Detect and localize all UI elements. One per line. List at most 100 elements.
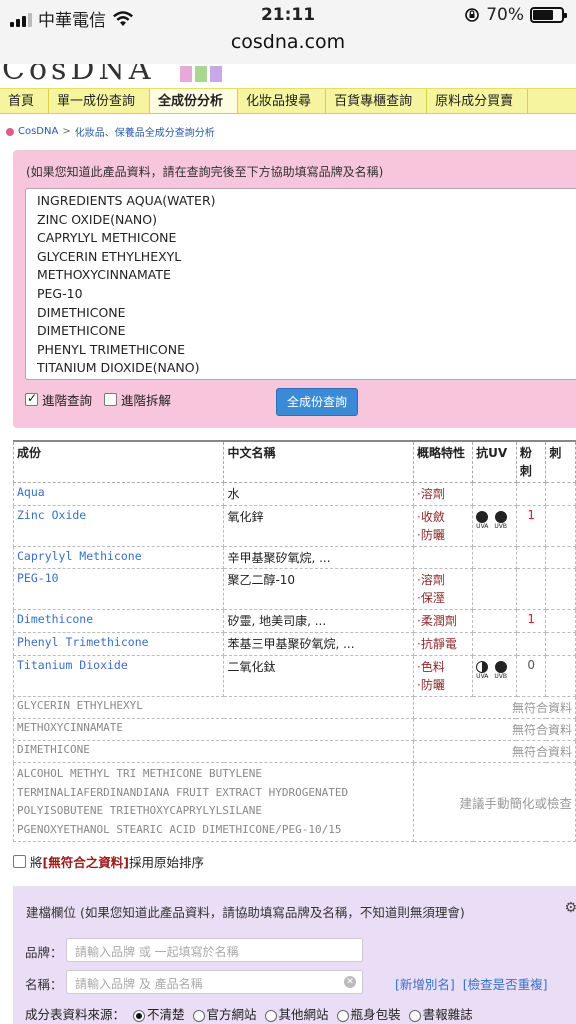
nav-item-2[interactable]: 全成份分析 bbox=[150, 89, 239, 113]
table-row: Phenyl Trimethicone苯基三甲基聚矽氧烷, ...抗靜電 bbox=[12, 632, 576, 656]
nav-item-3[interactable]: 化妝品搜尋 bbox=[238, 89, 327, 113]
ingredient-link[interactable]: Caprylyl Methicone bbox=[12, 546, 225, 569]
sort-option-pre: 將 bbox=[30, 855, 43, 870]
chinese-name: 聚乙二醇-10 bbox=[223, 568, 414, 610]
settings-icon[interactable]: ⚙ bbox=[564, 900, 576, 916]
col-ingredient: 成份 bbox=[12, 440, 225, 483]
breadcrumb-home[interactable]: CosDNA bbox=[18, 126, 58, 137]
source-option[interactable]: 官方網站 bbox=[192, 1004, 257, 1023]
chinese-name: 苯基三甲基聚矽氧烷, ... bbox=[223, 632, 414, 656]
sort-option-highlight: [無符合之資料] bbox=[42, 855, 129, 870]
uva-icon: UVA bbox=[476, 511, 488, 530]
source-option[interactable]: 其他網站 bbox=[264, 1004, 329, 1023]
feature-cell: 抗靜電 bbox=[412, 632, 474, 656]
uv-label: UVB bbox=[494, 523, 508, 530]
source-option[interactable]: 書報雜誌 bbox=[408, 1004, 473, 1023]
clear-input-icon[interactable]: ✕ bbox=[344, 976, 356, 988]
ingredient-link[interactable]: Zinc Oxide bbox=[12, 505, 225, 547]
ingredient-link[interactable]: Phenyl Trimethicone bbox=[12, 632, 225, 656]
ingredient-line: ZINC OXIDE(NANO) bbox=[37, 211, 157, 227]
source-label: 成分表資料來源： bbox=[25, 1007, 126, 1022]
nav-item-0[interactable]: 首頁 bbox=[0, 89, 50, 113]
source-radio[interactable] bbox=[192, 1009, 205, 1022]
site-logo[interactable]: CosDNA bbox=[2, 64, 154, 87]
uv-icons: UVA UVB bbox=[476, 508, 513, 530]
address-bar-url[interactable]: cosdna.com bbox=[0, 31, 576, 53]
ingredient-link[interactable]: PEG-10 bbox=[12, 568, 225, 610]
advanced-query-checkbox[interactable] bbox=[25, 391, 38, 406]
ingredient-link[interactable]: Titanium Dioxide bbox=[12, 655, 225, 697]
irritant-value bbox=[545, 655, 576, 697]
source-radio[interactable] bbox=[133, 1009, 146, 1022]
source-option-label: 官方網站 bbox=[206, 1007, 257, 1022]
table-row: PEG-10聚乙二醇-10溶劑保溼 bbox=[12, 568, 576, 610]
nav-item-1[interactable]: 單一成份查詢 bbox=[49, 89, 151, 113]
table-row: Dimethicone矽靈, 地美司康, ...柔潤劑 1 bbox=[12, 609, 576, 633]
col-irritant: 刺 bbox=[545, 440, 576, 483]
uv-cell: UVA UVB bbox=[472, 505, 517, 547]
unmatched-name: DIMETHICONE bbox=[13, 740, 414, 763]
nav-item-5[interactable]: 原料成分買賣 bbox=[427, 89, 529, 113]
advanced-query-option[interactable]: 進階查詢 bbox=[25, 390, 92, 409]
feature-tag: 收斂 bbox=[417, 508, 469, 526]
original-order-option[interactable]: 將 [無符合之資料] 採用原始排序 bbox=[13, 852, 204, 871]
brand-label: 品牌： bbox=[25, 945, 63, 960]
feature-tag: 溶劑 bbox=[417, 485, 469, 503]
query-options: 進階查詢 進階拆解 bbox=[25, 390, 171, 409]
source-option[interactable]: 不清楚 bbox=[133, 1004, 185, 1023]
brand-placeholder: 請輸入品牌 或 一起填寫於名稱 bbox=[75, 945, 239, 959]
query-note: (如果您知道此產品資料，請在查詢完後至下方協助填寫品牌及名稱) bbox=[26, 165, 384, 179]
ingredient-results-table: 成份 中文名稱 概略特性 抗UV 粉刺 刺 Aqua水溶劑Zinc Oxide氧… bbox=[12, 440, 576, 843]
ingredient-line: PHENYL TRIMETHICONE bbox=[37, 341, 185, 357]
ingredients-textarea[interactable]: INGREDIENTS AQUA(WATER) ZINC OXIDE(NANO) C… bbox=[25, 188, 576, 380]
no-match-status: 無符合資料 bbox=[412, 718, 576, 741]
orientation-lock-icon bbox=[465, 8, 480, 22]
unmatched-line: TERMINALIAFERDINANDIANA FRUIT EXTRACT HY… bbox=[17, 785, 349, 799]
table-header-row: 成份 中文名稱 概略特性 抗UV 粉刺 刺 bbox=[12, 440, 576, 483]
irritant-value bbox=[545, 482, 576, 506]
full-ingredient-query-button[interactable]: 全成份查詢 bbox=[276, 388, 358, 416]
status-right: 70% bbox=[464, 5, 567, 25]
irritant-value bbox=[545, 609, 576, 633]
advanced-split-checkbox[interactable] bbox=[104, 393, 118, 406]
table-row: Zinc Oxide氧化鋅收斂防曬UVAUVB1 bbox=[12, 505, 576, 547]
ingredient-link[interactable]: Dimethicone bbox=[12, 609, 225, 633]
ingredient-query-panel: (如果您知道此產品資料，請在查詢完後至下方協助填寫品牌及名稱) INGREDIE… bbox=[13, 150, 576, 428]
advanced-split-option[interactable]: 進階拆解 bbox=[104, 390, 171, 409]
ingredient-link[interactable]: Aqua bbox=[12, 482, 225, 506]
source-option-label: 書報雜誌 bbox=[422, 1007, 473, 1022]
acne-value bbox=[515, 568, 547, 610]
unmatched-row: METHOXYCINNAMATE 無符合資料 bbox=[13, 718, 576, 741]
bullet-icon bbox=[6, 127, 14, 136]
main-nav: 首頁 單一成份查詢 全成份分析 化妝品搜尋 百貨專櫃查詢 原料成分買賣 bbox=[0, 88, 576, 114]
source-radio[interactable] bbox=[336, 1009, 349, 1022]
brand-input[interactable]: 請輸入品牌 或 一起填寫於名稱 bbox=[66, 938, 363, 962]
simplify-suggestion: 建議手動簡化或檢查 bbox=[412, 761, 576, 843]
unmatched-name: METHOXYCINNAMATE bbox=[13, 718, 414, 741]
source-option-label: 不清楚 bbox=[147, 1007, 185, 1022]
feature-tag: 防曬 bbox=[417, 526, 469, 544]
name-label: 名稱： bbox=[25, 977, 63, 992]
uv-label: UVA bbox=[476, 523, 489, 530]
check-duplicate-link[interactable]: [檢查是否重複] bbox=[463, 974, 548, 993]
ingredient-line: CAPRYLYL METHICONE bbox=[37, 230, 177, 246]
uv-dot bbox=[476, 661, 489, 673]
source-radio[interactable] bbox=[408, 1009, 421, 1022]
feature-tag: 色料 bbox=[417, 658, 469, 676]
irritant-value bbox=[545, 568, 576, 610]
original-order-checkbox[interactable] bbox=[13, 855, 26, 868]
feature-cell: 柔潤劑 bbox=[412, 609, 474, 633]
nav-item-4[interactable]: 百貨專櫃查詢 bbox=[326, 89, 428, 113]
no-match-status: 無符合資料 bbox=[412, 740, 576, 763]
acne-value bbox=[515, 482, 547, 506]
breadcrumb-current[interactable]: 化妝品、保養品全成分查詢分析 bbox=[75, 124, 215, 139]
sort-option-post: 採用原始排序 bbox=[128, 855, 204, 870]
breadcrumb: CosDNA > 化妝品、保養品全成分查詢分析 bbox=[6, 124, 215, 139]
feature-tag: 防曬 bbox=[417, 676, 469, 694]
name-input[interactable]: 請輸入品牌 及 產品名稱 ✕ bbox=[66, 970, 363, 994]
source-radio[interactable] bbox=[264, 1009, 277, 1022]
feature-cell: 溶劑 bbox=[412, 482, 474, 506]
uv-dot bbox=[476, 511, 489, 523]
source-option[interactable]: 瓶身包裝 bbox=[336, 1004, 401, 1023]
add-alias-link[interactable]: [新增別名] bbox=[395, 974, 455, 993]
